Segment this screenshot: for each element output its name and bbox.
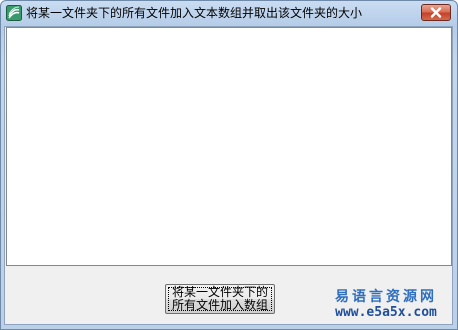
app-window-icon xyxy=(6,5,22,21)
button-label-line2: 所有文件加入数组 xyxy=(171,298,268,312)
watermark-url: www.e5a5x.com xyxy=(335,305,437,320)
window-title: 将某一文件夹下的所有文件加入文本数组并取出该文件夹的大小 xyxy=(26,6,363,20)
close-icon xyxy=(430,7,442,18)
file-list-textbox[interactable] xyxy=(6,27,452,266)
watermark: 易语言资源网 www.e5a5x.com xyxy=(326,289,446,320)
add-files-to-array-button[interactable]: 将某一文件夹下的 所有文件加入数组 xyxy=(165,284,275,314)
title-bar[interactable]: 将某一文件夹下的所有文件加入文本数组并取出该文件夹的大小 xyxy=(1,1,457,25)
app-window: 将某一文件夹下的所有文件加入文本数组并取出该文件夹的大小 将某一文件夹下的 所有… xyxy=(0,0,458,330)
close-button[interactable] xyxy=(421,4,451,21)
client-area: 将某一文件夹下的 所有文件加入数组 易语言资源网 www.e5a5x.com xyxy=(4,26,453,325)
watermark-site-name: 易语言资源网 xyxy=(335,289,437,305)
